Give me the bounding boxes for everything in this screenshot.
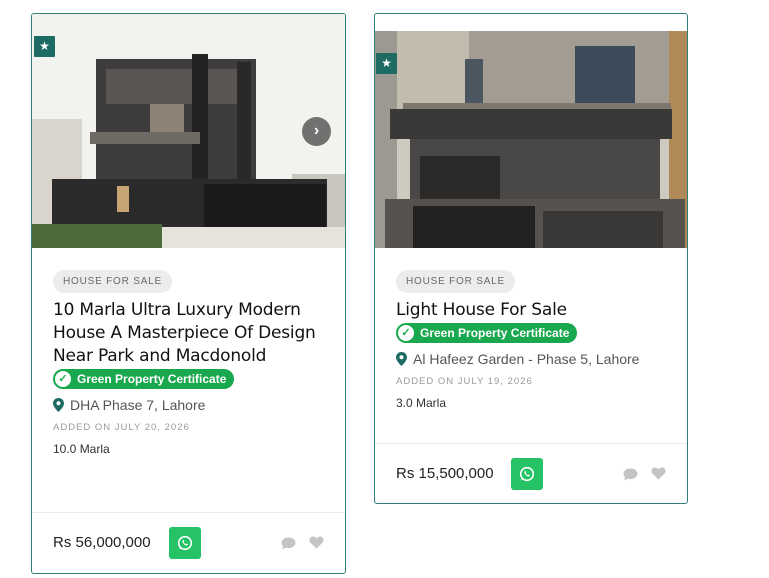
property-price: Rs 15,500,000 [396, 465, 494, 482]
green-certificate-badge: ✓ Green Property Certificate [396, 323, 578, 343]
heart-icon[interactable] [309, 536, 324, 549]
green-certificate-badge: ✓ Green Property Certificate [53, 369, 235, 389]
heart-icon[interactable] [651, 467, 666, 480]
check-icon: ✓ [398, 325, 414, 341]
property-photo[interactable]: ★ [375, 31, 687, 248]
property-title[interactable]: Light House For Sale [396, 299, 671, 322]
map-pin-icon [53, 398, 64, 412]
star-icon: ★ [376, 53, 397, 74]
property-location: DHA Phase 7, Lahore [53, 397, 329, 413]
property-type-tag[interactable]: HOUSE FOR SALE [396, 270, 515, 293]
whatsapp-icon [177, 535, 193, 551]
star-icon: ★ [34, 36, 55, 57]
property-type-tag[interactable]: HOUSE FOR SALE [53, 270, 172, 293]
location-text: Al Hafeez Garden - Phase 5, Lahore [413, 351, 640, 367]
property-photo[interactable]: ★ › [32, 14, 345, 248]
property-card[interactable]: ★ › HOUSE FOR SALE 10 Marla Ultra Luxury… [31, 13, 346, 574]
property-location: Al Hafeez Garden - Phase 5, Lahore [396, 351, 671, 367]
added-date: ADDED ON JULY 20, 2026 [53, 422, 190, 433]
property-card[interactable]: ★ HOUSE FOR SALE Light House For Sale ✓ … [374, 13, 688, 504]
property-area: 3.0 Marla [396, 396, 447, 410]
map-pin-icon [396, 352, 407, 366]
card-footer: Rs 56,000,000 [32, 512, 345, 573]
chevron-right-icon[interactable]: › [302, 117, 331, 146]
added-date: ADDED ON JULY 19, 2026 [396, 376, 533, 387]
chat-bubble-icon[interactable] [281, 537, 296, 550]
location-text: DHA Phase 7, Lahore [70, 397, 206, 413]
chat-bubble-icon[interactable] [623, 468, 638, 481]
whatsapp-button[interactable] [169, 527, 201, 559]
certificate-label: Green Property Certificate [420, 326, 570, 340]
whatsapp-button[interactable] [511, 458, 543, 490]
whatsapp-icon [519, 466, 535, 482]
check-icon: ✓ [55, 371, 71, 387]
card-footer: Rs 15,500,000 [375, 443, 687, 503]
property-price: Rs 56,000,000 [53, 534, 151, 551]
property-area: 10.0 Marla [53, 442, 110, 456]
certificate-label: Green Property Certificate [77, 372, 227, 386]
property-title[interactable]: 10 Marla Ultra Luxury Modern House A Mas… [53, 299, 329, 368]
